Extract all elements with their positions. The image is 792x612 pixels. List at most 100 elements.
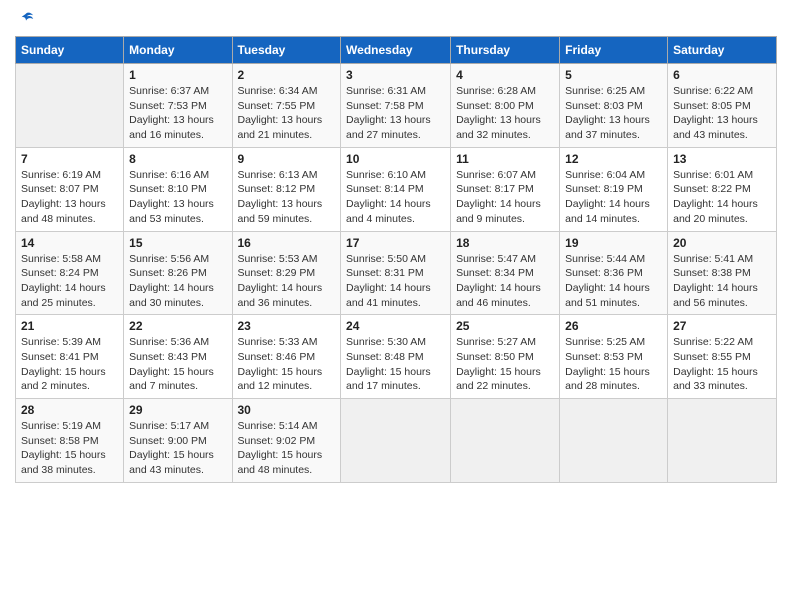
day-header-saturday: Saturday [668,37,777,64]
day-number: 18 [456,236,554,250]
day-number: 30 [238,403,336,417]
calendar-cell: 3 Sunrise: 6:31 AM Sunset: 7:58 PM Daylig… [341,64,451,148]
day-number: 14 [21,236,118,250]
week-row-3: 14 Sunrise: 5:58 AM Sunset: 8:24 PM Dayli… [16,231,777,315]
calendar-cell: 5 Sunrise: 6:25 AM Sunset: 8:03 PM Daylig… [560,64,668,148]
day-info: Sunrise: 6:25 AM Sunset: 8:03 PM Dayligh… [565,84,662,143]
day-info: Sunrise: 6:10 AM Sunset: 8:14 PM Dayligh… [346,168,445,227]
day-number: 3 [346,68,445,82]
day-number: 12 [565,152,662,166]
day-info: Sunrise: 5:56 AM Sunset: 8:26 PM Dayligh… [129,252,226,311]
calendar-cell [341,399,451,483]
calendar-cell: 22Sunrise: 5:36 AM Sunset: 8:43 PM Dayli… [124,315,232,399]
day-number: 6 [673,68,771,82]
calendar-header: SundayMondayTuesdayWednesdayThursdayFrid… [16,37,777,64]
day-info: Sunrise: 6:34 AM Sunset: 7:55 PM Dayligh… [238,84,336,143]
logo-bird-icon [17,10,35,28]
calendar-cell: 20Sunrise: 5:41 AM Sunset: 8:38 PM Dayli… [668,231,777,315]
calendar-cell: 17 Sunrise: 5:50 AM Sunset: 8:31 PM Dayli… [341,231,451,315]
day-header-sunday: Sunday [16,37,124,64]
day-info: Sunrise: 5:44 AM Sunset: 8:36 PM Dayligh… [565,252,662,311]
day-number: 28 [21,403,118,417]
day-info: Sunrise: 5:47 AM Sunset: 8:34 PM Dayligh… [456,252,554,311]
calendar-cell: 11 Sunrise: 6:07 AM Sunset: 8:17 PM Dayli… [451,147,560,231]
day-number: 9 [238,152,336,166]
day-number: 15 [129,236,226,250]
calendar-cell [16,64,124,148]
day-info: Sunrise: 5:36 AM Sunset: 8:43 PM Dayligh… [129,335,226,394]
day-number: 24 [346,319,445,333]
calendar-cell: 16Sunrise: 5:53 AM Sunset: 8:29 PM Dayli… [232,231,341,315]
week-row-4: 21Sunrise: 5:39 AM Sunset: 8:41 PM Dayli… [16,315,777,399]
calendar-cell [560,399,668,483]
day-number: 25 [456,319,554,333]
calendar-cell [668,399,777,483]
day-info: Sunrise: 6:28 AM Sunset: 8:00 PM Dayligh… [456,84,554,143]
day-number: 26 [565,319,662,333]
calendar-cell: 25 Sunrise: 5:27 AM Sunset: 8:50 PM Dayli… [451,315,560,399]
day-info: Sunrise: 5:14 AM Sunset: 9:02 PM Dayligh… [238,419,336,478]
calendar-cell: 6 Sunrise: 6:22 AM Sunset: 8:05 PM Daylig… [668,64,777,148]
day-info: Sunrise: 5:25 AM Sunset: 8:53 PM Dayligh… [565,335,662,394]
day-info: Sunrise: 5:33 AM Sunset: 8:46 PM Dayligh… [238,335,336,394]
day-number: 1 [129,68,226,82]
day-number: 19 [565,236,662,250]
week-row-1: 1 Sunrise: 6:37 AM Sunset: 7:53 PM Daylig… [16,64,777,148]
day-number: 29 [129,403,226,417]
day-info: Sunrise: 6:31 AM Sunset: 7:58 PM Dayligh… [346,84,445,143]
calendar-cell: 7 Sunrise: 6:19 AM Sunset: 8:07 PM Daylig… [16,147,124,231]
calendar-cell: 8 Sunrise: 6:16 AM Sunset: 8:10 PM Daylig… [124,147,232,231]
day-number: 5 [565,68,662,82]
calendar-cell: 4 Sunrise: 6:28 AM Sunset: 8:00 PM Daylig… [451,64,560,148]
day-info: Sunrise: 5:30 AM Sunset: 8:48 PM Dayligh… [346,335,445,394]
day-number: 4 [456,68,554,82]
calendar-cell: 30 Sunrise: 5:14 AM Sunset: 9:02 PM Dayli… [232,399,341,483]
days-header-row: SundayMondayTuesdayWednesdayThursdayFrid… [16,37,777,64]
logo [15,10,35,28]
calendar-cell: 18 Sunrise: 5:47 AM Sunset: 8:34 PM Dayli… [451,231,560,315]
calendar-cell: 23 Sunrise: 5:33 AM Sunset: 8:46 PM Dayli… [232,315,341,399]
day-info: Sunrise: 5:27 AM Sunset: 8:50 PM Dayligh… [456,335,554,394]
day-info: Sunrise: 6:13 AM Sunset: 8:12 PM Dayligh… [238,168,336,227]
calendar-cell: 10 Sunrise: 6:10 AM Sunset: 8:14 PM Dayli… [341,147,451,231]
calendar-cell: 12 Sunrise: 6:04 AM Sunset: 8:19 PM Dayli… [560,147,668,231]
day-info: Sunrise: 6:22 AM Sunset: 8:05 PM Dayligh… [673,84,771,143]
day-info: Sunrise: 5:41 AM Sunset: 8:38 PM Dayligh… [673,252,771,311]
day-info: Sunrise: 6:07 AM Sunset: 8:17 PM Dayligh… [456,168,554,227]
calendar-cell: 9 Sunrise: 6:13 AM Sunset: 8:12 PM Daylig… [232,147,341,231]
week-row-2: 7 Sunrise: 6:19 AM Sunset: 8:07 PM Daylig… [16,147,777,231]
calendar-cell: 26 Sunrise: 5:25 AM Sunset: 8:53 PM Dayli… [560,315,668,399]
calendar-cell: 24 Sunrise: 5:30 AM Sunset: 8:48 PM Dayli… [341,315,451,399]
day-number: 17 [346,236,445,250]
day-number: 11 [456,152,554,166]
calendar-cell: 13Sunrise: 6:01 AM Sunset: 8:22 PM Dayli… [668,147,777,231]
calendar-body: 1 Sunrise: 6:37 AM Sunset: 7:53 PM Daylig… [16,64,777,483]
day-info: Sunrise: 5:17 AM Sunset: 9:00 PM Dayligh… [129,419,226,478]
calendar-cell: 27 Sunrise: 5:22 AM Sunset: 8:55 PM Dayli… [668,315,777,399]
day-info: Sunrise: 6:16 AM Sunset: 8:10 PM Dayligh… [129,168,226,227]
day-info: Sunrise: 6:19 AM Sunset: 8:07 PM Dayligh… [21,168,118,227]
day-info: Sunrise: 6:37 AM Sunset: 7:53 PM Dayligh… [129,84,226,143]
calendar-cell: 19 Sunrise: 5:44 AM Sunset: 8:36 PM Dayli… [560,231,668,315]
day-info: Sunrise: 5:53 AM Sunset: 8:29 PM Dayligh… [238,252,336,311]
calendar-cell: 15 Sunrise: 5:56 AM Sunset: 8:26 PM Dayli… [124,231,232,315]
calendar-cell: 21Sunrise: 5:39 AM Sunset: 8:41 PM Dayli… [16,315,124,399]
day-number: 23 [238,319,336,333]
day-info: Sunrise: 6:04 AM Sunset: 8:19 PM Dayligh… [565,168,662,227]
day-number: 27 [673,319,771,333]
day-number: 2 [238,68,336,82]
calendar-cell: 2 Sunrise: 6:34 AM Sunset: 7:55 PM Daylig… [232,64,341,148]
day-header-wednesday: Wednesday [341,37,451,64]
day-info: Sunrise: 6:01 AM Sunset: 8:22 PM Dayligh… [673,168,771,227]
day-info: Sunrise: 5:22 AM Sunset: 8:55 PM Dayligh… [673,335,771,394]
day-number: 7 [21,152,118,166]
day-number: 8 [129,152,226,166]
day-info: Sunrise: 5:19 AM Sunset: 8:58 PM Dayligh… [21,419,118,478]
day-info: Sunrise: 5:58 AM Sunset: 8:24 PM Dayligh… [21,252,118,311]
day-info: Sunrise: 5:50 AM Sunset: 8:31 PM Dayligh… [346,252,445,311]
day-number: 10 [346,152,445,166]
calendar-cell: 28 Sunrise: 5:19 AM Sunset: 8:58 PM Dayli… [16,399,124,483]
day-header-monday: Monday [124,37,232,64]
day-header-tuesday: Tuesday [232,37,341,64]
week-row-5: 28 Sunrise: 5:19 AM Sunset: 8:58 PM Dayli… [16,399,777,483]
